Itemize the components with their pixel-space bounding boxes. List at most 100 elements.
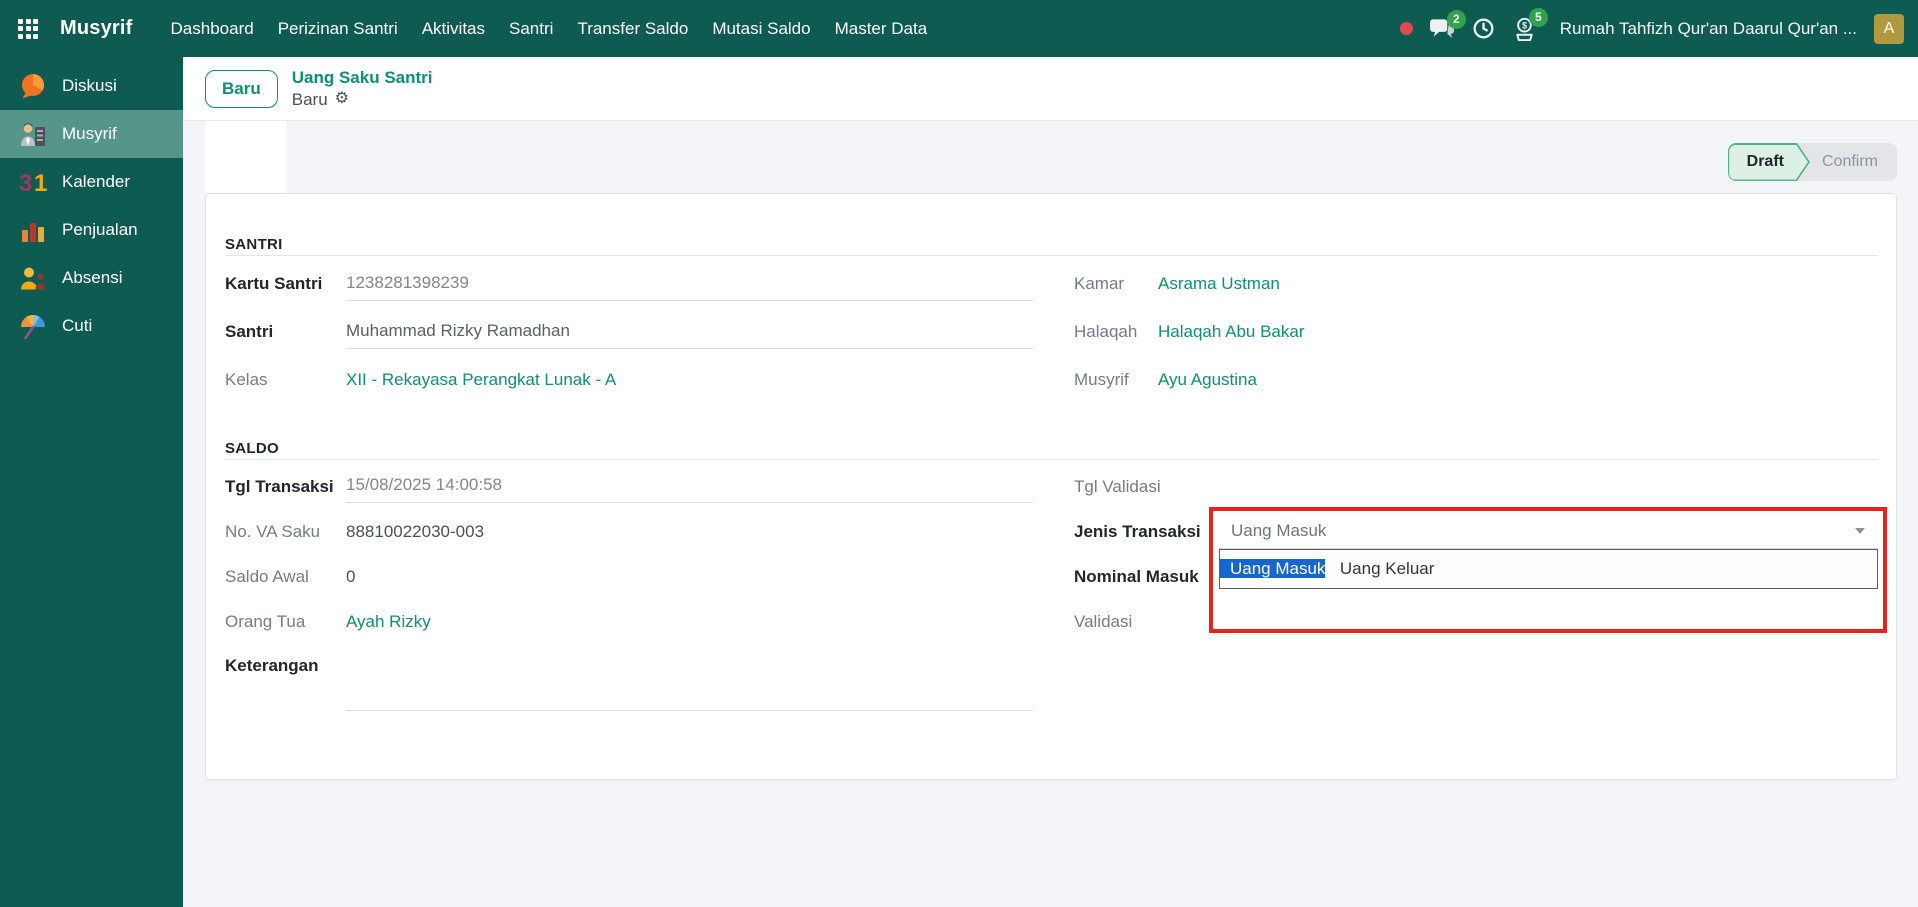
selected-option-text: Uang Masuk (1231, 521, 1326, 541)
sheet-top-notch (205, 120, 286, 194)
svg-text:3: 3 (19, 170, 32, 197)
field-label: No. VA Saku (225, 522, 346, 542)
sidebar-item-label: Penjualan (62, 220, 138, 240)
field-label: Saldo Awal (225, 567, 346, 587)
sidebar-item-cuti[interactable]: Cuti (0, 302, 183, 350)
field-label: Tgl Transaksi (225, 477, 346, 497)
field-row-tgl-validasi: Tgl Validasi (1074, 464, 1878, 509)
menu-santri[interactable]: Santri (497, 0, 565, 57)
sidebar-item-label: Diskusi (62, 76, 117, 96)
menu-master-data[interactable]: Master Data (823, 0, 940, 57)
saldo-awal-value: 0 (346, 567, 355, 587)
form-sheet: SANTRI Kartu Santri 1238281398239 Santri… (205, 193, 1897, 780)
sidebar-item-label: Absensi (62, 268, 122, 288)
messages-badge: 2 (1447, 10, 1466, 29)
field-row-no-va-saku: No. VA Saku 88810022030-003 (225, 509, 1033, 554)
kartu-santri-input[interactable]: 1238281398239 (346, 268, 1033, 301)
person-cabinet-icon (18, 119, 48, 149)
breadcrumb[interactable]: Uang Saku Santri (292, 67, 433, 88)
field-row-musyrif: Musyrif Ayu Agustina (1074, 356, 1878, 404)
bar-chart-icon (18, 215, 48, 245)
field-row-keterangan: Keterangan (225, 644, 1033, 717)
apps-grid-icon (18, 19, 38, 39)
field-label: Musyrif (1074, 370, 1158, 390)
apps-menu-button[interactable] (0, 0, 56, 57)
field-row-orang-tua: Orang Tua Ayah Rizky (225, 599, 1033, 644)
new-record-button[interactable]: Baru (205, 70, 278, 108)
field-label: Santri (225, 322, 346, 342)
menu-aktivitas[interactable]: Aktivitas (410, 0, 497, 57)
sidebar-item-penjualan[interactable]: Penjualan (0, 206, 183, 254)
section-title-saldo: SALDO (225, 440, 1878, 460)
kelas-link[interactable]: XII - Rekayasa Perangkat Lunak - A (346, 370, 616, 390)
field-label: Jenis Transaksi (1074, 522, 1219, 542)
sidebar-item-absensi[interactable]: Absensi (0, 254, 183, 302)
activities-button[interactable]: $ 5 (1512, 16, 1537, 42)
form-view: Draft Confirm SANTRI Kartu Santri 123828… (183, 121, 1918, 907)
sidebar-item-diskusi[interactable]: Diskusi (0, 62, 183, 110)
field-label: Kelas (225, 370, 346, 390)
field-label: Nominal Masuk (1074, 567, 1219, 587)
field-row-kartu-santri: Kartu Santri 1238281398239 (225, 260, 1033, 308)
status-draft[interactable]: Draft (1728, 143, 1810, 181)
status-dot-icon (1400, 22, 1413, 35)
kamar-link[interactable]: Asrama Ustman (1158, 274, 1280, 294)
field-row-kelas: Kelas XII - Rekayasa Perangkat Lunak - A (225, 356, 1033, 404)
field-row-jenis-transaksi: Jenis Transaksi Uang Masuk Uang Masuk Ua… (1074, 509, 1878, 554)
menu-transfer-saldo[interactable]: Transfer Saldo (565, 0, 700, 57)
user-avatar[interactable]: A (1874, 14, 1904, 44)
company-switcher[interactable]: Rumah Tahfizh Qur'an Daarul Qur'an ... (1560, 19, 1857, 39)
dropdown-option-uang-keluar[interactable]: Uang Keluar (1330, 559, 1435, 578)
chat-bubble-orange-icon (18, 71, 48, 101)
sidebar-item-label: Kalender (62, 172, 130, 192)
field-label: Kamar (1074, 274, 1158, 294)
svg-text:1: 1 (34, 170, 47, 197)
caret-down-icon (1855, 528, 1865, 534)
clock-icon (1472, 17, 1495, 40)
sidebar-item-label: Musyrif (62, 124, 117, 144)
breadcrumb-record: Baru (292, 89, 328, 110)
field-row-tgl-transaksi: Tgl Transaksi 15/08/2025 14:00:58 (225, 464, 1033, 509)
calendar-31-icon: 3 1 (18, 167, 48, 197)
tgl-transaksi-input[interactable]: 15/08/2025 14:00:58 (346, 470, 1033, 503)
menu-mutasi-saldo[interactable]: Mutasi Saldo (700, 0, 822, 57)
section-title-santri: SANTRI (225, 236, 1878, 256)
status-bar: Draft Confirm (1728, 143, 1897, 181)
musyrif-link[interactable]: Ayu Agustina (1158, 370, 1257, 390)
field-row-saldo-awal: Saldo Awal 0 (225, 554, 1033, 599)
main-menu: Dashboard Perizinan Santri Aktivitas San… (159, 0, 940, 57)
field-row-kamar: Kamar Asrama Ustman (1074, 260, 1878, 308)
halaqah-link[interactable]: Halaqah Abu Bakar (1158, 322, 1305, 342)
app-sidebar: Diskusi Musyrif 3 1 Kalender Penjualan (0, 57, 183, 907)
dropdown-option-uang-masuk[interactable]: Uang Masuk (1220, 559, 1325, 578)
jenis-transaksi-dropdown: Uang Masuk Uang Keluar (1219, 549, 1878, 589)
keterangan-textarea[interactable] (346, 650, 1033, 711)
messages-button[interactable]: 2 (1430, 18, 1455, 40)
no-va-saku-value: 88810022030-003 (346, 522, 484, 542)
top-navbar: Musyrif Dashboard Perizinan Santri Aktiv… (0, 0, 1918, 57)
gear-icon[interactable]: ⚙ (335, 89, 349, 109)
field-label: Keterangan (225, 644, 346, 676)
history-button[interactable] (1472, 17, 1495, 40)
status-confirm[interactable]: Confirm (1810, 143, 1897, 181)
field-label: Kartu Santri (225, 274, 346, 294)
menu-dashboard[interactable]: Dashboard (159, 0, 266, 57)
field-row-halaqah: Halaqah Halaqah Abu Bakar (1074, 308, 1878, 356)
sidebar-item-musyrif[interactable]: Musyrif (0, 110, 183, 158)
svg-text:$: $ (1522, 20, 1527, 30)
orang-tua-link[interactable]: Ayah Rizky (346, 612, 431, 632)
field-label: Tgl Validasi (1074, 477, 1219, 497)
activities-badge: 5 (1529, 8, 1548, 27)
app-title: Musyrif (60, 17, 133, 40)
jenis-transaksi-select[interactable]: Uang Masuk (1219, 515, 1878, 549)
santri-input[interactable]: Muhammad Rizky Ramadhan (346, 316, 1033, 349)
sidebar-item-label: Cuti (62, 316, 92, 336)
field-row-santri: Santri Muhammad Rizky Ramadhan (225, 308, 1033, 356)
umbrella-icon (18, 311, 48, 341)
sidebar-item-kalender[interactable]: 3 1 Kalender (0, 158, 183, 206)
people-yellow-icon (18, 263, 48, 293)
menu-perizinan-santri[interactable]: Perizinan Santri (266, 0, 410, 57)
field-label: Validasi (1074, 612, 1219, 632)
field-label: Orang Tua (225, 612, 346, 632)
control-panel: Baru Uang Saku Santri Baru ⚙ (183, 57, 1918, 121)
